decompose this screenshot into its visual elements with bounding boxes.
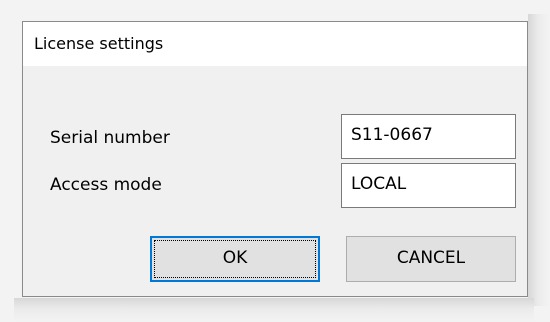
ok-button-label: OK [222, 248, 248, 268]
cancel-button[interactable]: CANCEL [346, 236, 516, 282]
access-mode-field[interactable]: LOCAL [341, 163, 516, 208]
serial-number-label: Serial number [50, 128, 170, 148]
serial-number-field[interactable]: S11-0667 [341, 114, 516, 159]
ok-button[interactable]: OK [150, 236, 320, 282]
cancel-button-label: CANCEL [396, 248, 466, 268]
dialog-shadow-bottom [14, 298, 534, 322]
dialog-titlebar[interactable]: License settings [23, 22, 527, 66]
dialog-shadow-right [528, 14, 550, 306]
dialog-title: License settings [34, 34, 164, 53]
license-settings-dialog: License settings Serial number S11-0667 … [22, 21, 528, 297]
access-mode-label: Access mode [50, 175, 162, 195]
